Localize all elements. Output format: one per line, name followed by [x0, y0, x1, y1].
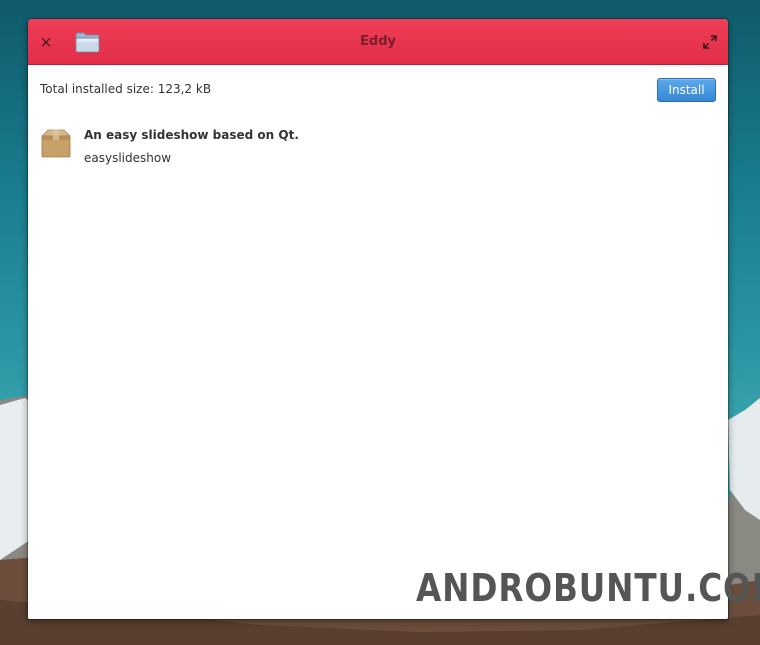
package-summary: An easy slideshow based on Qt.: [84, 128, 299, 142]
install-button[interactable]: Install: [657, 78, 716, 102]
package-item: An easy slideshow based on Qt. easyslide…: [40, 127, 700, 173]
titlebar: × Eddy: [28, 19, 728, 65]
maximize-icon[interactable]: [702, 34, 718, 50]
package-icon: [41, 129, 71, 158]
package-content: Total installed size: 123,2 kB Install A…: [28, 65, 728, 619]
desktop-background: × Eddy Total installed size: 123,2 kB In…: [0, 0, 760, 645]
watermark-text: ANDROBUNTU.COM: [416, 566, 760, 610]
package-name: easyslideshow: [84, 151, 172, 165]
folder-icon: [75, 32, 100, 53]
eddy-window: × Eddy Total installed size: 123,2 kB In…: [28, 19, 728, 619]
total-installed-size: Total installed size: 123,2 kB: [40, 82, 212, 96]
window-title: Eddy: [360, 34, 396, 49]
close-icon[interactable]: ×: [37, 33, 55, 51]
